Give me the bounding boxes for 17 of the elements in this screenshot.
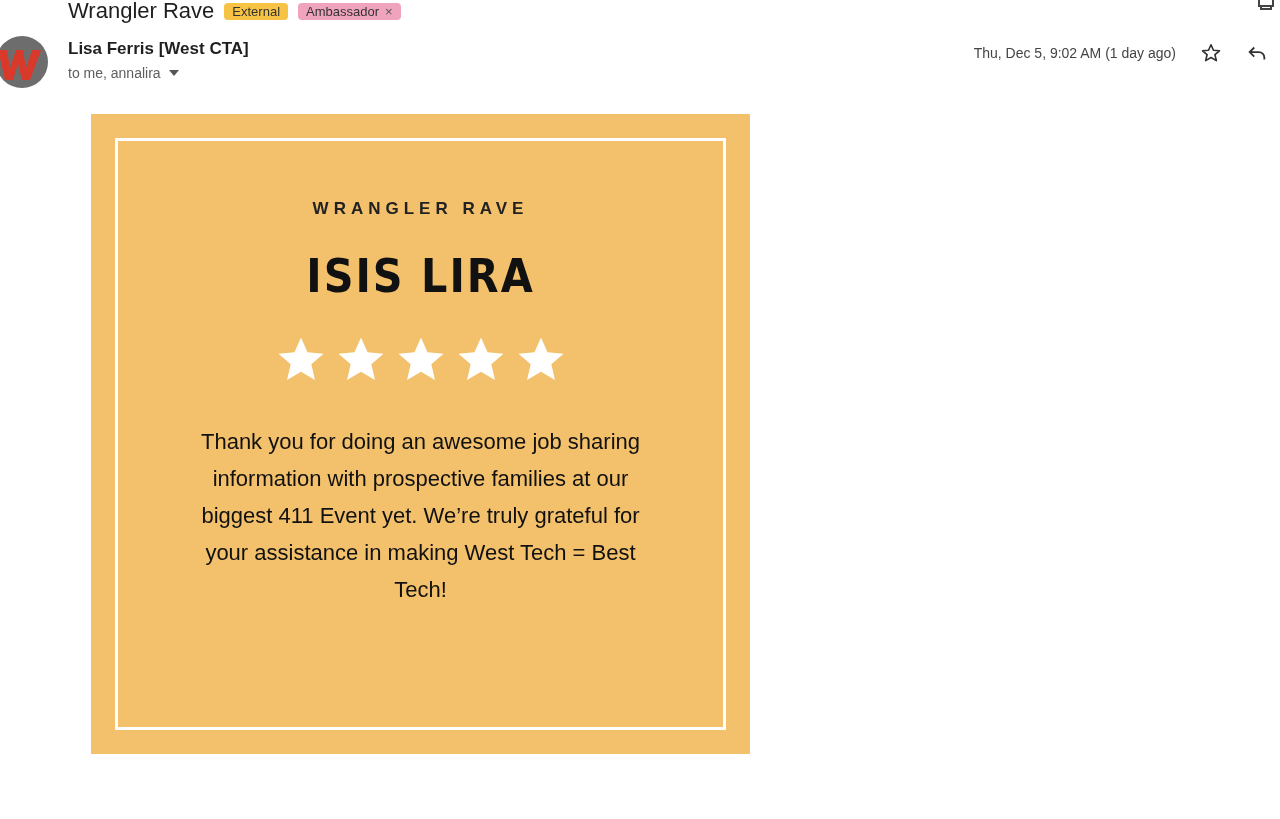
email-date: Thu, Dec 5, 9:02 AM (1 day ago) <box>973 45 1176 61</box>
caret-icon <box>168 70 179 76</box>
card-message: Thank you for doing an awesome job sharing information with prospective families at our biggest 411 Event yet. We’re truly grateful for your assistance in making West Tech = Best Tech! <box>199 428 641 604</box>
recipients-toggle[interactable]: to me, annalira <box>68 65 249 81</box>
recipient-name: ISIS LIRA <box>306 249 535 303</box>
avatar-icon <box>0 36 48 88</box>
card-heading: WRANGLER RAVE <box>312 199 529 219</box>
sender-name: Lisa Ferris [West CTA] <box>68 39 249 59</box>
email-subject: Wrangler Rave <box>68 0 215 24</box>
label-text: External <box>232 3 281 19</box>
star-button[interactable] <box>1200 42 1222 64</box>
label-text: Ambassador <box>306 3 379 19</box>
label-chip[interactable]: External <box>224 2 289 20</box>
remove-label-button[interactable]: × <box>385 3 393 19</box>
label-chip[interactable]: Ambassador × <box>298 2 401 20</box>
star-icon <box>1200 42 1222 64</box>
print-icon[interactable] <box>1256 0 1276 10</box>
